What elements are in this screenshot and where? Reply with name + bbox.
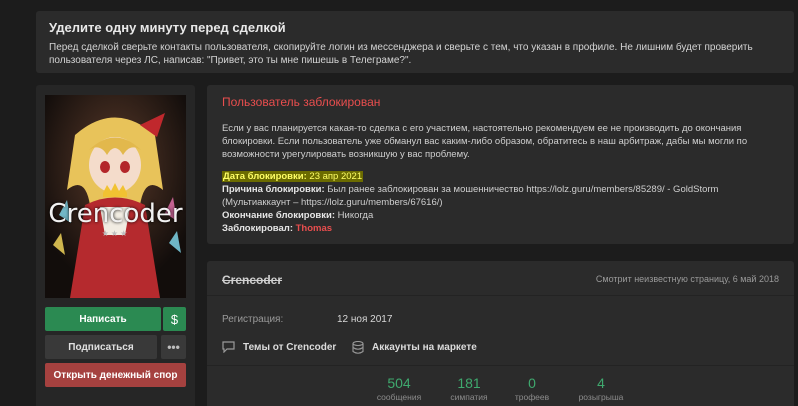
profile-info-panel: Crencoder Смотрит неизвестную страницу, … xyxy=(207,261,794,406)
more-actions-button[interactable]: ••• xyxy=(161,335,186,359)
money-transfer-button[interactable]: $ xyxy=(163,307,186,331)
stat-likes[interactable]: 181 симпатия xyxy=(434,375,504,403)
user-threads-link[interactable]: Темы от Crencoder xyxy=(222,341,336,353)
stat-likes-label: симпатия xyxy=(450,392,488,402)
blocked-by-row: Заблокировал: Thomas xyxy=(222,222,779,235)
divider xyxy=(207,365,794,366)
deal-warning-notice: Уделите одну минуту перед сделкой Перед … xyxy=(36,11,794,73)
profile-username: Crencoder xyxy=(222,273,283,287)
stat-trophies-value: 0 xyxy=(528,375,536,391)
blocked-by-moderator-link[interactable]: Thomas xyxy=(296,223,332,234)
profile-sidebar: Crencoder ★★★ Написать $ Подписаться •••… xyxy=(36,85,195,406)
follow-button[interactable]: Подписаться xyxy=(45,335,157,359)
avatar-artwork xyxy=(45,95,186,298)
notice-title: Уделите одну минуту перед сделкой xyxy=(49,20,286,35)
block-date-value: 23 апр 2021 xyxy=(309,171,363,182)
registration-value: 12 ноя 2017 xyxy=(337,314,393,325)
user-threads-label: Темы от Crencoder xyxy=(243,341,337,353)
notice-text: Перед сделкой сверьте контакты пользоват… xyxy=(49,42,753,66)
blocked-by-label: Заблокировал: xyxy=(222,223,293,234)
block-reason-label: Причина блокировки: xyxy=(222,184,325,195)
dollar-icon: $ xyxy=(170,311,179,327)
stat-giveaways-label: розыгрыша xyxy=(578,392,624,402)
block-reason-row: Причина блокировки: Был ранее заблокиров… xyxy=(222,183,779,209)
block-date-row: Дата блокировки: 23 апр 2021 xyxy=(222,170,779,183)
avatar-name-text: Crencoder xyxy=(48,199,183,229)
stat-messages[interactable]: 504 сообщения xyxy=(364,375,434,403)
stat-giveaways[interactable]: 4 розыгрыша xyxy=(566,375,636,403)
stat-trophies[interactable]: 0 трофеев xyxy=(497,375,567,403)
avatar-stars: ★★★ xyxy=(101,229,130,238)
write-message-button[interactable]: Написать xyxy=(45,307,161,331)
market-accounts-label: Аккаунты на маркете xyxy=(372,342,477,353)
registration-label: Регистрация: xyxy=(222,314,284,325)
block-end-label: Окончание блокировки: xyxy=(222,210,336,221)
blocked-title: Пользователь заблокирован xyxy=(222,95,381,109)
stat-giveaways-value: 4 xyxy=(597,375,605,391)
stat-likes-value: 181 xyxy=(457,375,481,391)
market-accounts-link[interactable]: Аккаунты на маркете xyxy=(352,341,477,354)
block-date-label: Дата блокировки: xyxy=(223,171,307,182)
stat-messages-value: 504 xyxy=(387,375,411,391)
ellipsis-icon: ••• xyxy=(167,340,180,354)
database-icon xyxy=(352,341,364,354)
avatar[interactable]: Crencoder ★★★ xyxy=(45,95,186,298)
blocked-description: Если у вас планируется какая-то сделка с… xyxy=(222,123,748,160)
profile-status: Смотрит неизвестную страницу, 6 май 2018 xyxy=(595,274,779,284)
block-end-row: Окончание блокировки: Никогда xyxy=(222,209,779,222)
block-end-value: Никогда xyxy=(337,210,374,221)
user-blocked-panel: Пользователь заблокирован Если у вас пла… xyxy=(207,85,794,244)
speech-bubble-icon xyxy=(222,341,235,353)
divider xyxy=(207,295,794,296)
stat-messages-label: сообщения xyxy=(376,392,422,402)
open-dispute-button[interactable]: Открыть денежный спор xyxy=(45,363,186,387)
stat-trophies-label: трофеев xyxy=(514,392,550,402)
